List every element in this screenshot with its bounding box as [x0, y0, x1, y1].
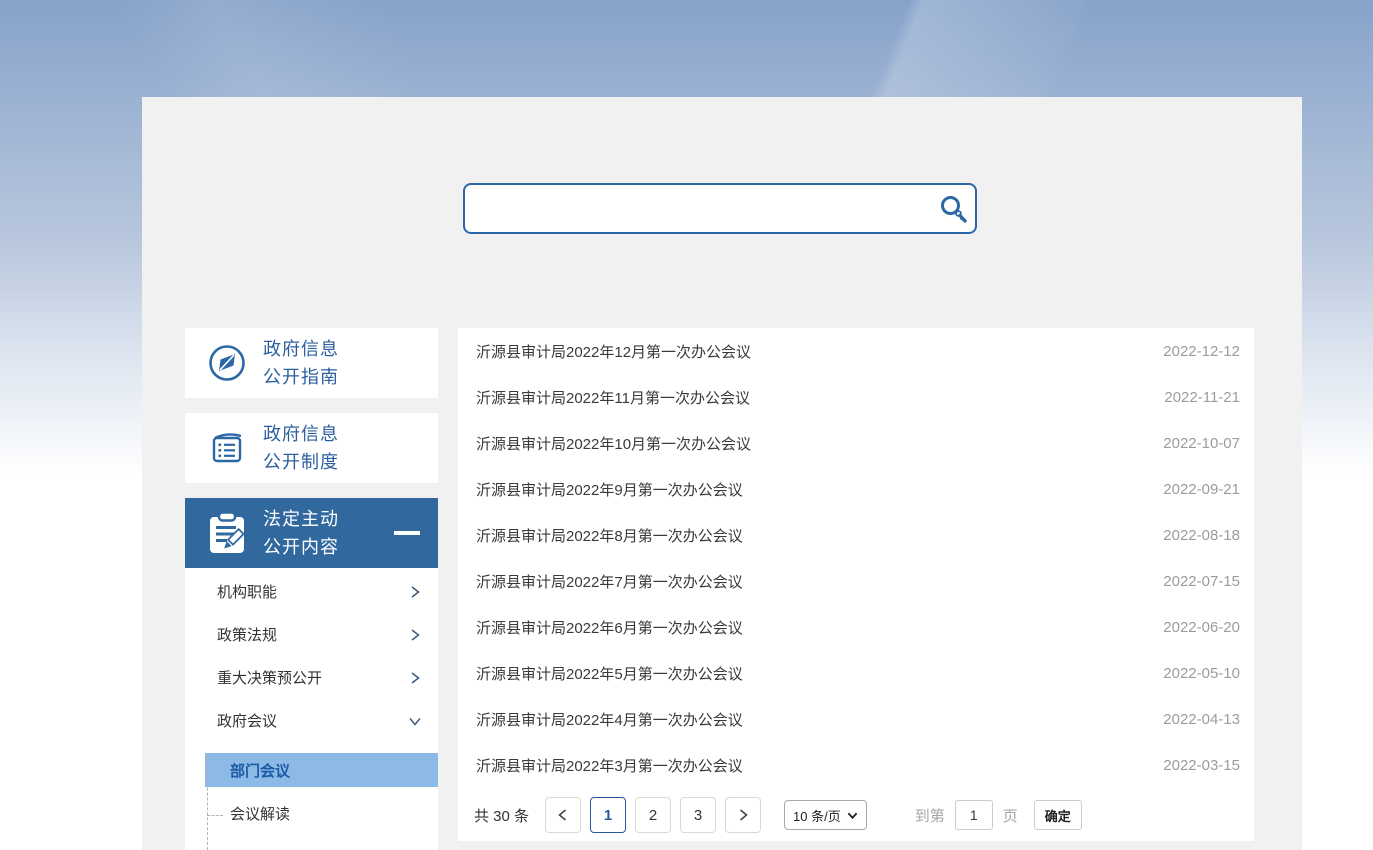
list-item[interactable]: 沂源县审计局2022年6月第一次办公会议 2022-06-20	[458, 604, 1254, 650]
menu-label: 部门会议	[230, 760, 290, 781]
pagination-bar: 共 30 条 1 2 3 10 条/页 到第	[474, 797, 1244, 833]
menu-label: 政府会议	[217, 710, 277, 731]
article-date: 2022-12-12	[1163, 343, 1240, 360]
menu-label: 重大决策预公开	[217, 667, 322, 688]
list-item[interactable]: 沂源县审计局2022年12月第一次办公会议 2022-12-12	[458, 328, 1254, 374]
chevron-right-icon	[408, 628, 422, 642]
document-list-icon	[207, 426, 247, 470]
list-item[interactable]: 沂源县审计局2022年7月第一次办公会议 2022-07-15	[458, 558, 1254, 604]
label-line2: 公开指南	[263, 367, 339, 387]
article-date: 2022-03-15	[1163, 757, 1240, 774]
page-button-3[interactable]: 3	[680, 797, 716, 833]
article-date: 2022-06-20	[1163, 619, 1240, 636]
menu-label: 会议解读	[230, 803, 290, 824]
menu-label: 政策法规	[217, 624, 277, 645]
article-date: 2022-10-07	[1163, 435, 1240, 452]
list-item[interactable]: 沂源县审计局2022年10月第一次办公会议 2022-10-07	[458, 420, 1254, 466]
article-title[interactable]: 沂源县审计局2022年5月第一次办公会议	[476, 663, 743, 684]
menu-label: 机构职能	[217, 581, 277, 602]
chevron-left-icon	[556, 808, 570, 822]
article-list: 沂源县审计局2022年12月第一次办公会议 2022-12-12 沂源县审计局2…	[458, 328, 1254, 841]
article-title[interactable]: 沂源县审计局2022年9月第一次办公会议	[476, 479, 743, 500]
sidebar-item-disclosure-guide[interactable]: 政府信息公开指南	[185, 328, 438, 398]
page-button-1[interactable]: 1	[590, 797, 626, 833]
sidebar-submenu: 机构职能 政策法规 重大决策预公开 政府会议	[185, 568, 438, 850]
article-title[interactable]: 沂源县审计局2022年3月第一次办公会议	[476, 755, 743, 776]
total-count-label: 共 30 条	[474, 805, 529, 826]
list-item[interactable]: 沂源县审计局2022年5月第一次办公会议 2022-05-10	[458, 650, 1254, 696]
article-date: 2022-08-18	[1163, 527, 1240, 544]
article-title[interactable]: 沂源县审计局2022年8月第一次办公会议	[476, 525, 743, 546]
list-item[interactable]: 沂源县审计局2022年9月第一次办公会议 2022-09-21	[458, 466, 1254, 512]
article-title[interactable]: 沂源县审计局2022年12月第一次办公会议	[476, 341, 751, 362]
chevron-right-icon	[408, 671, 422, 685]
chevron-down-icon	[408, 714, 422, 728]
goto-page-group: 到第 页 确定	[915, 800, 1082, 830]
goto-page-input[interactable]	[955, 800, 993, 830]
chevron-right-icon	[736, 808, 750, 822]
search-icon	[937, 193, 969, 225]
sidebar-item-statutory-disclosure[interactable]: 法定主动公开内容	[185, 498, 438, 568]
article-title[interactable]: 沂源县审计局2022年7月第一次办公会议	[476, 571, 743, 592]
sidebar-item-org-functions[interactable]: 机构职能	[185, 570, 438, 613]
sidebar-item-label: 政府信息公开指南	[263, 335, 339, 391]
prev-page-button[interactable]	[545, 797, 581, 833]
article-date: 2022-09-21	[1163, 481, 1240, 498]
sidebar: 政府信息公开指南 政府信息公开制度	[185, 328, 438, 850]
goto-suffix-label: 页	[1003, 805, 1018, 826]
search-bar	[463, 183, 977, 234]
sidebar-item-label: 法定主动公开内容	[263, 505, 339, 561]
label-line1: 政府信息	[263, 339, 339, 359]
page-button-2[interactable]: 2	[635, 797, 671, 833]
clipboard-pencil-icon	[207, 511, 247, 555]
list-item[interactable]: 沂源县审计局2022年11月第一次办公会议 2022-11-21	[458, 374, 1254, 420]
sidebar-item-major-decisions[interactable]: 重大决策预公开	[185, 656, 438, 699]
page-size-select[interactable]: 10 条/页	[784, 800, 867, 830]
tree-connector-vertical	[207, 753, 208, 850]
list-item[interactable]: 沂源县审计局2022年3月第一次办公会议 2022-03-15	[458, 742, 1254, 788]
goto-prefix-label: 到第	[915, 805, 945, 826]
compass-icon	[207, 341, 247, 385]
article-title[interactable]: 沂源县审计局2022年4月第一次办公会议	[476, 709, 743, 730]
sidebar-item-label: 政府信息公开制度	[263, 420, 339, 476]
label-line2: 公开内容	[263, 537, 339, 557]
sidebar-item-policies[interactable]: 政策法规	[185, 613, 438, 656]
chevron-down-icon	[847, 810, 858, 821]
list-item[interactable]: 沂源县审计局2022年4月第一次办公会议 2022-04-13	[458, 696, 1254, 742]
label-line2: 公开制度	[263, 452, 339, 472]
search-button[interactable]	[931, 185, 975, 232]
sidebar-item-disclosure-system[interactable]: 政府信息公开制度	[185, 413, 438, 483]
sidebar-item-meeting-interpretation[interactable]: 会议解读	[185, 795, 438, 831]
next-page-button[interactable]	[725, 797, 761, 833]
label-line1: 政府信息	[263, 424, 339, 444]
search-input[interactable]	[465, 185, 931, 232]
article-date: 2022-04-13	[1163, 711, 1240, 728]
article-title[interactable]: 沂源县审计局2022年10月第一次办公会议	[476, 433, 751, 454]
article-date: 2022-05-10	[1163, 665, 1240, 682]
page-size-label: 10 条/页	[793, 806, 841, 825]
sidebar-item-gov-meetings[interactable]: 政府会议	[185, 699, 438, 742]
article-date: 2022-11-21	[1164, 389, 1240, 406]
label-line1: 法定主动	[263, 509, 339, 529]
tree-connector-horizontal	[207, 815, 223, 816]
confirm-button[interactable]: 确定	[1034, 800, 1082, 830]
content-panel: 政府信息公开指南 政府信息公开制度	[142, 97, 1302, 850]
article-title[interactable]: 沂源县审计局2022年6月第一次办公会议	[476, 617, 743, 638]
chevron-right-icon	[408, 585, 422, 599]
sidebar-item-department-meetings[interactable]: 部门会议	[205, 753, 438, 787]
list-item[interactable]: 沂源县审计局2022年8月第一次办公会议 2022-08-18	[458, 512, 1254, 558]
article-date: 2022-07-15	[1163, 573, 1240, 590]
article-title[interactable]: 沂源县审计局2022年11月第一次办公会议	[476, 387, 750, 408]
collapse-minus-icon[interactable]	[394, 531, 420, 535]
